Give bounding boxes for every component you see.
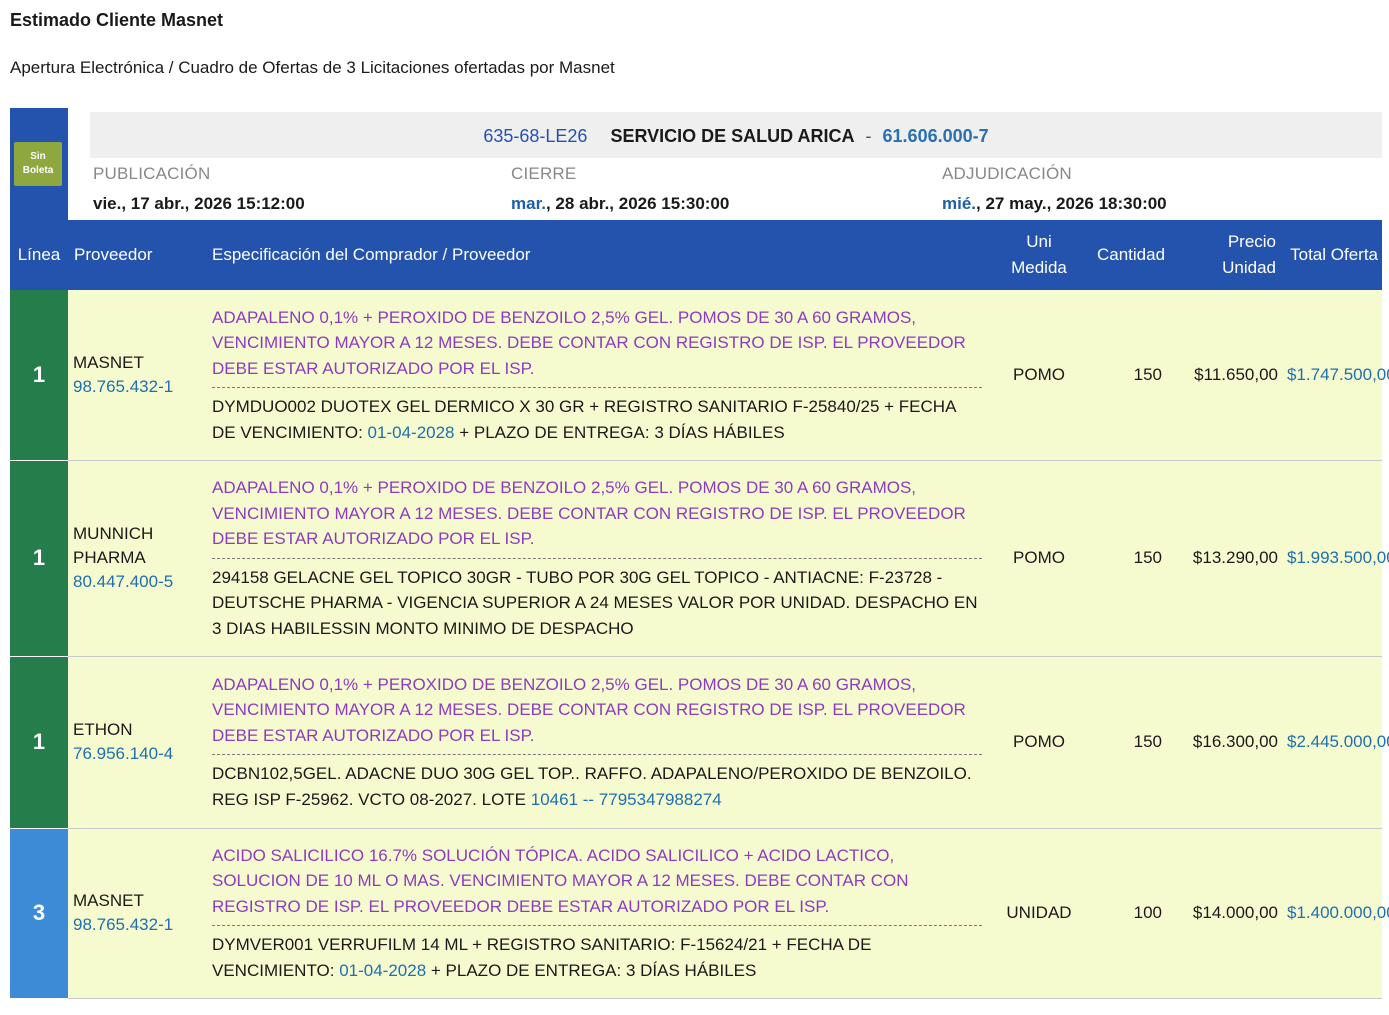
- total-offer-link[interactable]: $2.445.000,00: [1286, 656, 1389, 829]
- spec-provider: DCBN102,5GEL. ADACNE DUO 30G GEL TOP.. R…: [212, 755, 982, 812]
- tender-left-strip: Sin Boleta: [10, 108, 68, 220]
- provider-cell: ETHON 76.956.140-4: [68, 656, 202, 829]
- spec-buyer: ACIDO SALICILICO 16.7% SOLUCIÓN TÓPICA. …: [212, 841, 982, 927]
- tender-title-line: 635-68-LE26 SERVICIO DE SALUD ARICA - 61…: [90, 126, 1382, 147]
- spec-provider: DYMDUO002 DUOTEX GEL DERMICO X 30 GR + R…: [212, 388, 982, 445]
- spec-cell: ACIDO SALICILICO 16.7% SOLUCIÓN TÓPICA. …: [202, 828, 992, 999]
- provider-rut-link[interactable]: 98.765.432-1: [73, 375, 201, 399]
- unit-price: $13.290,00: [1176, 460, 1286, 657]
- unit-measure: POMO: [992, 290, 1086, 461]
- provider-rut-link[interactable]: 80.447.400-5: [73, 570, 201, 594]
- badge-line-1: Sin: [30, 151, 46, 162]
- provider-cell: MUNNICH PHARMA 80.447.400-5: [68, 460, 202, 657]
- quantity: 100: [1086, 828, 1176, 999]
- unit-measure: POMO: [992, 656, 1086, 829]
- provider-rut-link[interactable]: 76.956.140-4: [73, 742, 201, 766]
- col-header-uni-1: Uni: [1026, 232, 1052, 251]
- quantity: 150: [1086, 460, 1176, 657]
- spec-cell: ADAPALENO 0,1% + PEROXIDO DE BENZOILO 2,…: [202, 656, 992, 829]
- publicacion-value: vie., 17 abr., 2026 15:12:00: [93, 194, 305, 213]
- col-header-cantidad: Cantidad: [1086, 220, 1176, 290]
- cierre-day: mar.: [511, 194, 546, 213]
- total-offer-link[interactable]: $1.993.500,00: [1286, 460, 1389, 657]
- publicacion-label: PUBLICACIÓN: [93, 164, 211, 183]
- cierre-rest: , 28 abr., 2026 15:30:00: [545, 194, 730, 213]
- spec-provider-link[interactable]: 10461 -- 7795347988274: [531, 790, 722, 809]
- offer-row: 1 MASNET 98.765.432-1 ADAPALENO 0,1% + P…: [10, 290, 1389, 461]
- offer-row: 3 MASNET 98.765.432-1 ACIDO SALICILICO 1…: [10, 828, 1389, 999]
- unit-measure: POMO: [992, 460, 1086, 657]
- col-header-uni-2: Medida: [1011, 258, 1067, 277]
- tender-title-band: 635-68-LE26 SERVICIO DE SALUD ARICA - 61…: [90, 112, 1382, 158]
- spec-provider-text-tail: + PLAZO DE ENTREGA: 3 DÍAS HÁBILES: [454, 422, 785, 442]
- provider-cell: MASNET 98.765.432-1: [68, 290, 202, 461]
- col-header-linea: Línea: [10, 220, 68, 290]
- offer-row: 1 MUNNICH PHARMA 80.447.400-5 ADAPALENO …: [10, 460, 1389, 657]
- unit-measure: UNIDAD: [992, 828, 1086, 999]
- col-header-total: Total Oferta: [1286, 220, 1382, 290]
- line-number: 1: [10, 460, 68, 657]
- col-header-precio-2: Unidad: [1222, 258, 1276, 277]
- provider-rut-link[interactable]: 98.765.432-1: [73, 913, 201, 937]
- spec-provider-link[interactable]: 01-04-2028: [339, 961, 426, 980]
- spec-provider-text-tail: + PLAZO DE ENTREGA: 3 DÍAS HÁBILES: [426, 960, 757, 980]
- badge-line-2: Boleta: [22, 165, 54, 176]
- provider-name: MUNNICH PHARMA: [73, 524, 154, 567]
- provider-name: ETHON: [73, 720, 133, 739]
- provider-name: MASNET: [73, 352, 144, 372]
- tender-code-link[interactable]: 635-68-LE26: [483, 126, 587, 146]
- col-header-uni-medida: Uni Medida: [992, 220, 1086, 290]
- spec-cell: ADAPALENO 0,1% + PEROXIDO DE BENZOILO 2,…: [202, 460, 992, 657]
- tender-header: Sin Boleta 635-68-LE26 SERVICIO DE SALUD…: [10, 108, 1382, 220]
- spec-buyer: ADAPALENO 0,1% + PEROXIDO DE BENZOILO 2,…: [212, 670, 982, 756]
- line-number: 1: [10, 290, 68, 461]
- cierre-label: CIERRE: [511, 164, 577, 183]
- spec-provider-link[interactable]: 01-04-2028: [368, 423, 455, 442]
- cierre-value: mar., 28 abr., 2026 15:30:00: [511, 194, 729, 214]
- spec-provider: 294158 GELACNE GEL TOPICO 30GR - TUBO PO…: [212, 559, 982, 642]
- sin-boleta-badge: Sin Boleta: [14, 142, 62, 186]
- table-header-row: Línea Proveedor Especificación del Compr…: [10, 220, 1382, 290]
- adjudicacion-label: ADJUDICACIÓN: [942, 164, 1072, 183]
- line-number: 1: [10, 656, 68, 829]
- adjudicacion-day: mié.: [942, 194, 977, 213]
- breadcrumb: Apertura Electrónica / Cuadro de Ofertas…: [10, 58, 615, 77]
- col-header-precio-1: Precio: [1227, 232, 1276, 251]
- offer-row: 1 ETHON 76.956.140-4 ADAPALENO 0,1% + PE…: [10, 656, 1389, 829]
- provider-name: MASNET: [73, 891, 144, 910]
- total-offer-link[interactable]: $1.747.500,00: [1286, 290, 1389, 461]
- line-number: 3: [10, 828, 68, 999]
- quantity: 150: [1086, 656, 1176, 829]
- spec-buyer: ADAPALENO 0,1% + PEROXIDO DE BENZOILO 2,…: [212, 473, 982, 559]
- greeting-title: Estimado Cliente Masnet: [10, 10, 224, 30]
- provider-cell: MASNET 98.765.432-1: [68, 828, 202, 999]
- quantity: 150: [1086, 290, 1176, 461]
- adjudicacion-value: mié., 27 may., 2026 18:30:00: [942, 194, 1167, 214]
- organization-name: SERVICIO DE SALUD ARICA: [610, 126, 855, 146]
- spec-cell: ADAPALENO 0,1% + PEROXIDO DE BENZOILO 2,…: [202, 290, 992, 461]
- spec-buyer: ADAPALENO 0,1% + PEROXIDO DE BENZOILO 2,…: [212, 303, 982, 388]
- adjudicacion-rest: , 27 may., 2026 18:30:00: [976, 194, 1167, 213]
- unit-price: $11.650,00: [1176, 290, 1286, 461]
- col-header-precio: Precio Unidad: [1176, 220, 1286, 290]
- unit-price: $14.000,00: [1176, 828, 1286, 999]
- spec-provider-text: 294158 GELACNE GEL TOPICO 30GR - TUBO PO…: [212, 567, 978, 638]
- col-header-proveedor: Proveedor: [68, 220, 202, 290]
- organization-separator: -: [865, 126, 872, 146]
- total-offer-link[interactable]: $1.400.000,00: [1286, 828, 1389, 999]
- unit-price: $16.300,00: [1176, 656, 1286, 829]
- offers-table: Línea Proveedor Especificación del Compr…: [10, 220, 1389, 999]
- col-header-especificacion: Especificación del Comprador / Proveedor: [202, 220, 992, 290]
- organization-rut[interactable]: 61.606.000-7: [883, 126, 989, 146]
- spec-provider: DYMVER001 VERRUFILM 14 ML + REGISTRO SAN…: [212, 926, 982, 983]
